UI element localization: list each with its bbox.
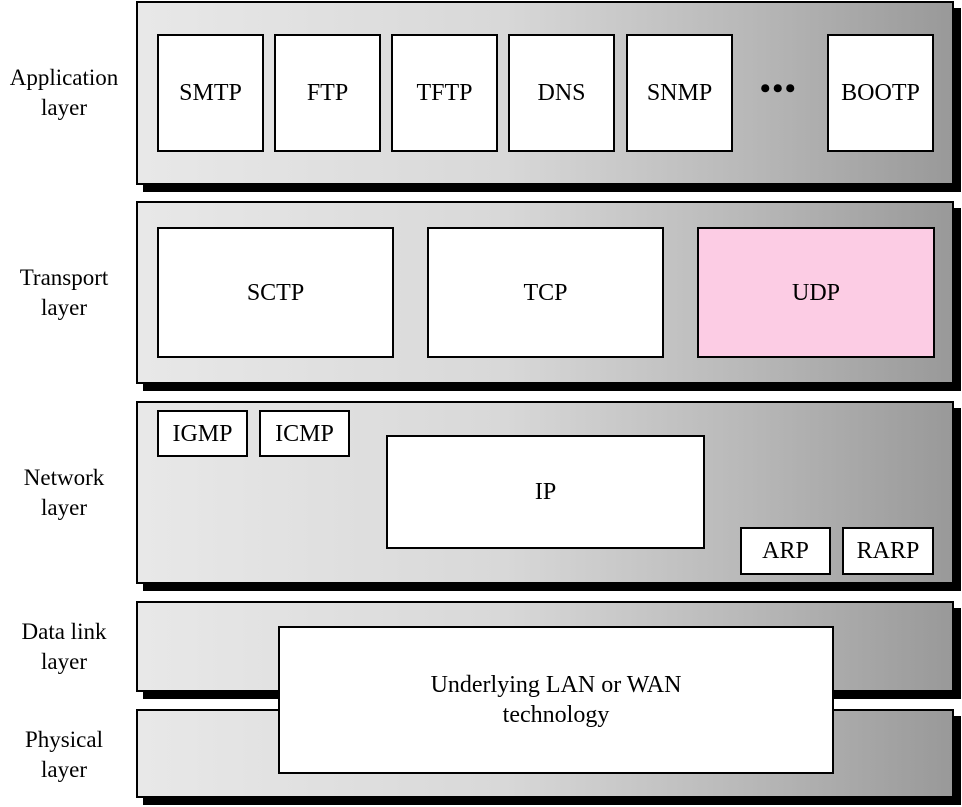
protocol-ftp: FTP [274,34,381,152]
label-line: layer [41,757,87,782]
underlying-line: technology [502,702,610,728]
label-line: Data link [21,619,107,644]
protocol-udp: UDP [697,227,935,358]
transport-layer-label: Transport layer [0,263,128,323]
protocol-igmp: IGMP [157,410,248,457]
physical-layer-label: Physical layer [0,725,128,785]
ellipsis: ••• [760,72,798,105]
protocol-tftp: TFTP [391,34,498,152]
label-line: layer [41,295,87,320]
label-line: layer [41,95,87,120]
application-layer-label: Application layer [0,63,128,123]
data-link-layer-label: Data link layer [0,617,128,677]
protocol-bootp: BOOTP [827,34,934,152]
label-line: Physical [25,727,103,752]
label-line: Network [23,465,105,490]
protocol-smtp: SMTP [157,34,264,152]
label-line: layer [41,495,87,520]
underlying-technology: Underlying LAN or WAN technology [278,626,834,774]
label-line: Transport [19,265,109,290]
protocol-dns: DNS [508,34,615,152]
protocol-arp: ARP [740,527,831,575]
protocol-ip: IP [386,435,705,549]
label-line: layer [41,649,87,674]
protocol-sctp: SCTP [157,227,394,358]
protocol-snmp: SNMP [626,34,733,152]
tcp-ip-protocol-suite-diagram: Application layer Transport layer Networ… [0,0,962,807]
underlying-line: Underlying LAN or WAN [430,672,682,698]
label-line: Application [9,65,119,90]
network-layer-label: Network layer [0,463,128,523]
protocol-icmp: ICMP [259,410,350,457]
protocol-rarp: RARP [842,527,934,575]
protocol-tcp: TCP [427,227,664,358]
